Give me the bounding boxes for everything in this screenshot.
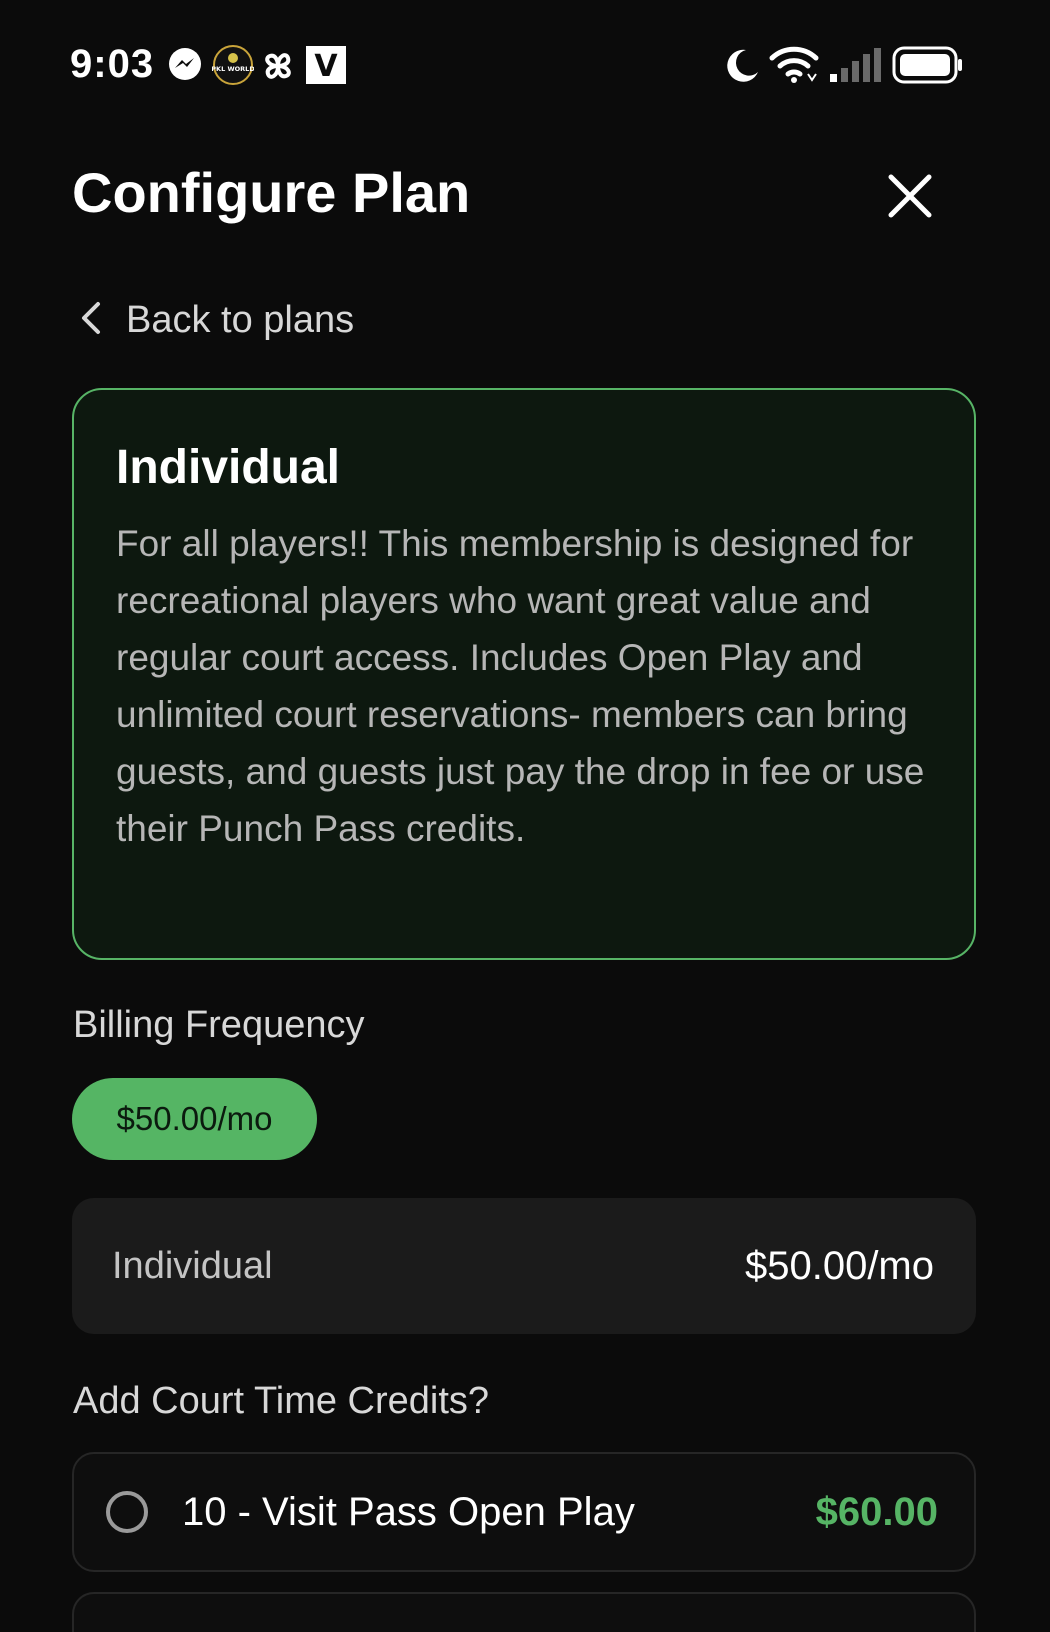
plan-description: For all players!! This membership is des… [116,523,925,849]
chevron-left-icon [80,300,102,341]
court-credits-label: Add Court Time Credits? [73,1380,490,1422]
plan-card: Individual For all players!! This member… [72,388,976,960]
svg-text:V: V [314,49,338,84]
moon-icon [722,46,762,91]
plan-summary-row: Individual $50.00/mo [72,1198,976,1334]
battery-icon [892,46,964,89]
billing-option-monthly[interactable]: $50.00/mo [72,1078,317,1160]
close-button[interactable] [880,168,940,228]
back-to-plans-label: Back to plans [126,298,355,341]
credit-option-price: $60.00 [815,1489,938,1534]
plan-name: Individual [116,441,341,494]
signal-icon [830,48,882,87]
back-to-plans-link[interactable]: Back to plans [80,290,354,350]
credit-option-partial[interactable] [72,1592,976,1632]
pkl-world-icon: PKL WORLD [211,44,255,91]
status-time: 9:03 [70,42,155,86]
billing-frequency-label: Billing Frequency [73,1004,365,1046]
messenger-icon [166,46,204,89]
svg-text:PKL WORLD: PKL WORLD [212,65,254,73]
summary-plan-name: Individual [112,1244,273,1287]
page-title: Configure Plan [72,161,471,224]
close-icon [887,173,933,224]
pinwheel-icon [258,46,298,91]
v-app-icon: V [306,46,346,89]
credit-option-radio[interactable] [106,1491,148,1533]
status-bar: 9:03 PKL WORLD V [0,0,1050,130]
summary-plan-price: $50.00/mo [744,1243,934,1288]
credit-option[interactable]: 10 - Visit Pass Open Play $60.00 [72,1452,976,1572]
wifi-icon [768,44,820,89]
credit-option-label: 10 - Visit Pass Open Play [182,1489,635,1534]
